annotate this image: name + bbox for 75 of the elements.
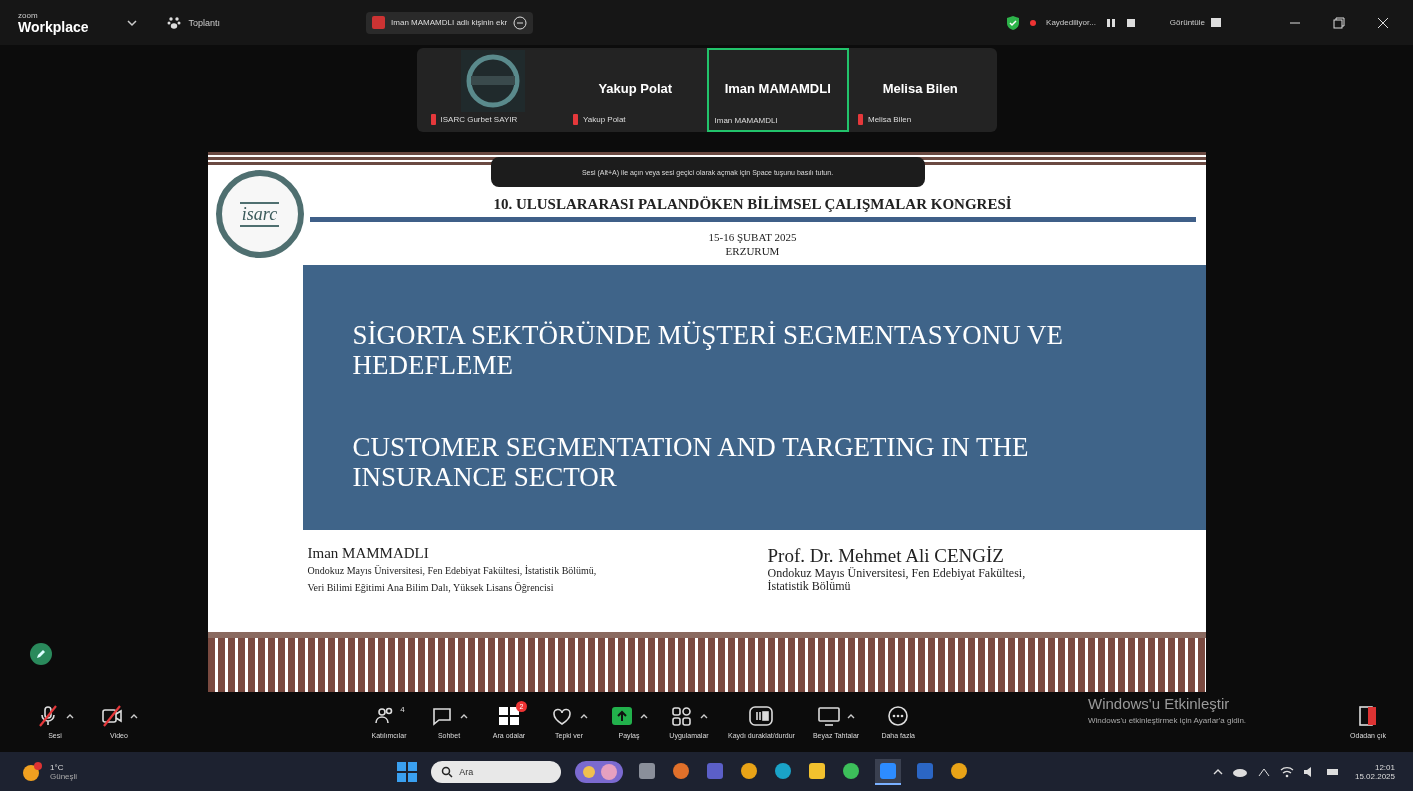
taskbar-app-icon[interactable]	[875, 758, 902, 785]
chevron-down-icon[interactable]	[126, 18, 137, 27]
paw-icon	[166, 15, 181, 30]
title-english: CUSTOMER SEGMENTATION AND TARGETING IN THE INSURANCE SECTOR	[352, 432, 1030, 492]
muted-mic-icon	[572, 114, 579, 125]
caret-icon[interactable]	[847, 713, 856, 719]
stop-icon[interactable]	[1125, 17, 1136, 28]
author-name: Iman MAMMADLI	[307, 545, 430, 562]
participant-label: Melisa Bilen	[868, 115, 912, 124]
view-button[interactable]: Görüntüle	[1163, 17, 1227, 28]
participant-name: Melisa Bilen	[882, 80, 958, 96]
isarc-logo: isarc	[215, 170, 304, 258]
temperature: 1°C	[50, 762, 65, 772]
banner-text: Iman MAMAMDLI adlı kişinin ekr	[391, 18, 508, 27]
more-icon[interactable]	[513, 15, 528, 30]
caret-icon[interactable]	[640, 713, 648, 719]
monitor-icon	[817, 705, 842, 727]
muted-microphone-icon	[36, 705, 60, 727]
clock-date: 15.02.2025	[1354, 771, 1395, 781]
participant-name: Yakup Polat	[598, 80, 673, 96]
caret-icon[interactable]	[66, 713, 74, 719]
taskbar-search-field[interactable]: Ara	[431, 760, 562, 783]
caret-icon[interactable]	[580, 713, 588, 719]
close-icon[interactable]	[1377, 16, 1389, 29]
author-affiliation: Ondokuz Mayıs Üniversitesi, Fen Edebiyat Fakültesi,	[767, 567, 1026, 580]
clock-time: 12:01	[1374, 762, 1395, 772]
muted-mic-icon	[429, 114, 437, 125]
zoom-workplace-logo: zoom Workplace	[18, 11, 89, 34]
more-icon	[886, 705, 911, 727]
participant-tile[interactable]: Melisa Bilen Melisa Bilen	[849, 48, 992, 132]
participant-tile[interactable]: ISARC Gurbet SAYIR	[421, 48, 564, 132]
recording-status: Kaydediliyor...	[1046, 18, 1096, 27]
caret-icon[interactable]	[460, 713, 468, 719]
participant-label: ISARC Gurbet SAYIR	[440, 115, 518, 124]
author-affiliation: Ondokuz Mayıs Üniversitesi, Fen Edebiyat Fakültesi, İstatistik Bölümü,	[307, 564, 598, 578]
participant-tile[interactable]: Yakup Polat Yakup Polat	[564, 48, 707, 132]
participant-label: Iman MAMAMDLI	[714, 116, 778, 125]
recording-dot-icon	[1030, 19, 1037, 26]
share-icon	[610, 705, 634, 727]
search-icon	[441, 765, 454, 778]
caret-icon[interactable]	[1212, 767, 1223, 776]
pencil-icon	[35, 648, 47, 660]
restore-icon[interactable]	[1333, 16, 1345, 29]
pause-icon[interactable]	[1105, 17, 1116, 28]
caret-icon[interactable]	[700, 713, 708, 719]
participant-name: Iman MAMAMDLI	[724, 80, 831, 96]
congress-title: 10. ULUSLARARASI PALANDÖKEN BİLİMSEL ÇALIŞMALAR KONGRESİ	[493, 196, 1012, 213]
author-affiliation: Veri Bilimi Eğitimi Ana Bilim Dalı, Yüksek Lisans Öğrencisi	[307, 581, 555, 595]
activation-title: Windows'u Etkinleştir	[1088, 695, 1231, 712]
author-name: Prof. Dr. Mehmet Ali CENGİZ	[767, 545, 1005, 567]
activation-hint: Windows'u etkinleştirmek için Ayarlar'a gidin.	[1088, 716, 1247, 725]
title-turkish: SİGORTA SEKTÖRÜNDE MÜŞTERİ SEGMENTASYONU VE HEDEFLEME	[352, 320, 1065, 380]
apps-icon	[670, 705, 694, 727]
muted-camera-icon	[100, 705, 124, 727]
congress-city: ERZURUM	[725, 244, 780, 258]
meeting-menu[interactable]: Toplantı	[160, 14, 227, 31]
weather-condition: Güneşli	[50, 771, 78, 781]
search-highlight-drawing[interactable]	[575, 760, 624, 783]
shield-icon	[1006, 14, 1021, 31]
pause-stop-icon	[749, 705, 774, 727]
participant-count: 4	[400, 705, 405, 716]
windows-start-icon[interactable]	[397, 761, 418, 782]
wifi-icon[interactable]	[1279, 765, 1294, 778]
caret-icon[interactable]	[130, 713, 138, 719]
floating-button[interactable]	[30, 643, 52, 665]
weather-widget[interactable]: 1°C Güneşli	[20, 760, 78, 783]
congress-date: 15-16 ŞUBAT 2025	[708, 230, 797, 244]
muted-mic-icon	[857, 114, 864, 125]
avatar-icon	[372, 16, 386, 29]
participant-tile[interactable]: Iman MAMAMDLI Iman MAMAMDLI	[706, 48, 849, 132]
participant-label: Yakup Polat	[583, 115, 626, 124]
author-affiliation: İstatistik Bölümü	[767, 580, 852, 593]
chat-icon	[430, 705, 454, 727]
sun-icon	[20, 760, 44, 783]
screen-share-banner[interactable]: Iman MAMAMDLI adlı kişinin ekr	[366, 11, 534, 34]
